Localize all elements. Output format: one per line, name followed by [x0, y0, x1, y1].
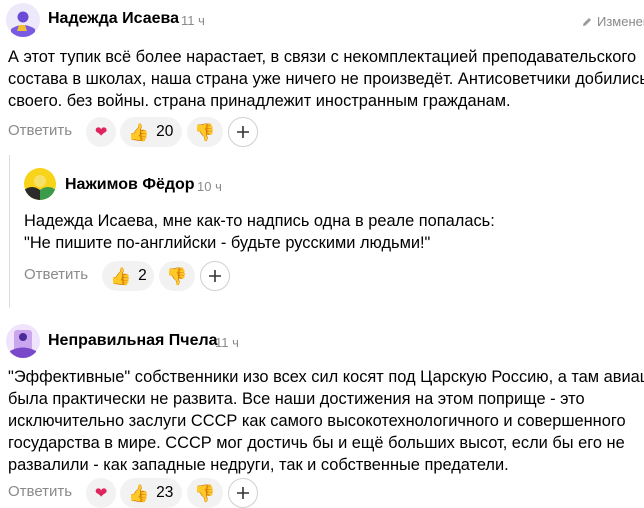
- like-button[interactable]: 👍 20: [120, 117, 182, 147]
- plus-icon: [237, 487, 249, 499]
- heart-icon: ❤: [94, 484, 108, 502]
- like-count: 23: [156, 484, 174, 501]
- comment-actions: Ответить 👍 2 👎: [0, 261, 644, 291]
- thumbs-down-icon: 👎: [194, 122, 216, 142]
- comment-time: 11 ч: [215, 335, 239, 350]
- thumbs-up-icon: 👍: [128, 122, 150, 142]
- edited-label: Изменено: [597, 14, 644, 29]
- comment-text-line: своего. без войны. страна принадлежит ин…: [8, 92, 511, 110]
- author-name[interactable]: Нажимов Фёдор: [65, 176, 195, 194]
- comment-text: "Эффективные" собственники изо всех сил …: [8, 366, 644, 476]
- add-reaction-button[interactable]: [200, 261, 230, 291]
- reply-button[interactable]: Ответить: [8, 483, 72, 500]
- comment-text-line: исключительно заслуги СССР как самого вы…: [8, 412, 626, 430]
- comment-text-line: государства в мире. СССР мог достичь бы …: [8, 434, 625, 452]
- plus-icon: [209, 270, 221, 282]
- comment-text-line: "Не пишите по-английски - будьте русским…: [24, 234, 431, 252]
- add-reaction-button[interactable]: [228, 117, 258, 147]
- avatar[interactable]: [6, 324, 40, 358]
- avatar[interactable]: [6, 3, 40, 37]
- comment-time: 10 ч: [197, 179, 222, 194]
- like-button[interactable]: 👍 2: [102, 261, 154, 291]
- comment-text-line: А этот тупик всё более нарастает, в связ…: [8, 48, 637, 66]
- author-name[interactable]: Неправильная Пчела: [48, 332, 218, 350]
- comment-text: Надежда Исаева, мне как-то надпись одна …: [24, 210, 495, 254]
- comment-text: А этот тупик всё более нарастает, в связ…: [8, 46, 644, 112]
- plus-icon: [237, 126, 249, 138]
- heart-icon: ❤: [94, 123, 108, 141]
- comment-text-line: состава в школах, наша страна уже ничего…: [8, 70, 644, 88]
- reply-button[interactable]: Ответить: [24, 266, 88, 283]
- author-name[interactable]: Надежда Исаева: [48, 10, 179, 28]
- reply-button[interactable]: Ответить: [8, 122, 72, 139]
- thumbs-down-icon: 👎: [166, 266, 188, 286]
- dislike-button[interactable]: 👎: [159, 261, 195, 291]
- like-count: 20: [156, 123, 174, 140]
- pencil-icon: [583, 18, 591, 26]
- comment-actions: Ответить ❤ 👍 20 👎: [0, 117, 644, 147]
- thumbs-up-icon: 👍: [110, 266, 132, 286]
- comment-time: 11 ч: [181, 13, 205, 28]
- thumbs-down-icon: 👎: [194, 483, 216, 503]
- thumbs-up-icon: 👍: [128, 483, 150, 503]
- avatar[interactable]: [24, 168, 56, 200]
- comment-text-line: "Эффективные" собственники изо всех сил …: [8, 368, 644, 386]
- comment-text-line: развалили - как западные недруги, так и …: [8, 456, 509, 474]
- reaction-heart-button[interactable]: ❤: [86, 117, 116, 147]
- comment-text-line: была практически не развита. Все наши до…: [8, 390, 585, 408]
- edited-indicator: Изменено: [582, 14, 644, 29]
- dislike-button[interactable]: 👎: [187, 117, 223, 147]
- comment-text-line: Надежда Исаева, мне как-то надпись одна …: [24, 212, 495, 230]
- like-count: 2: [138, 267, 147, 284]
